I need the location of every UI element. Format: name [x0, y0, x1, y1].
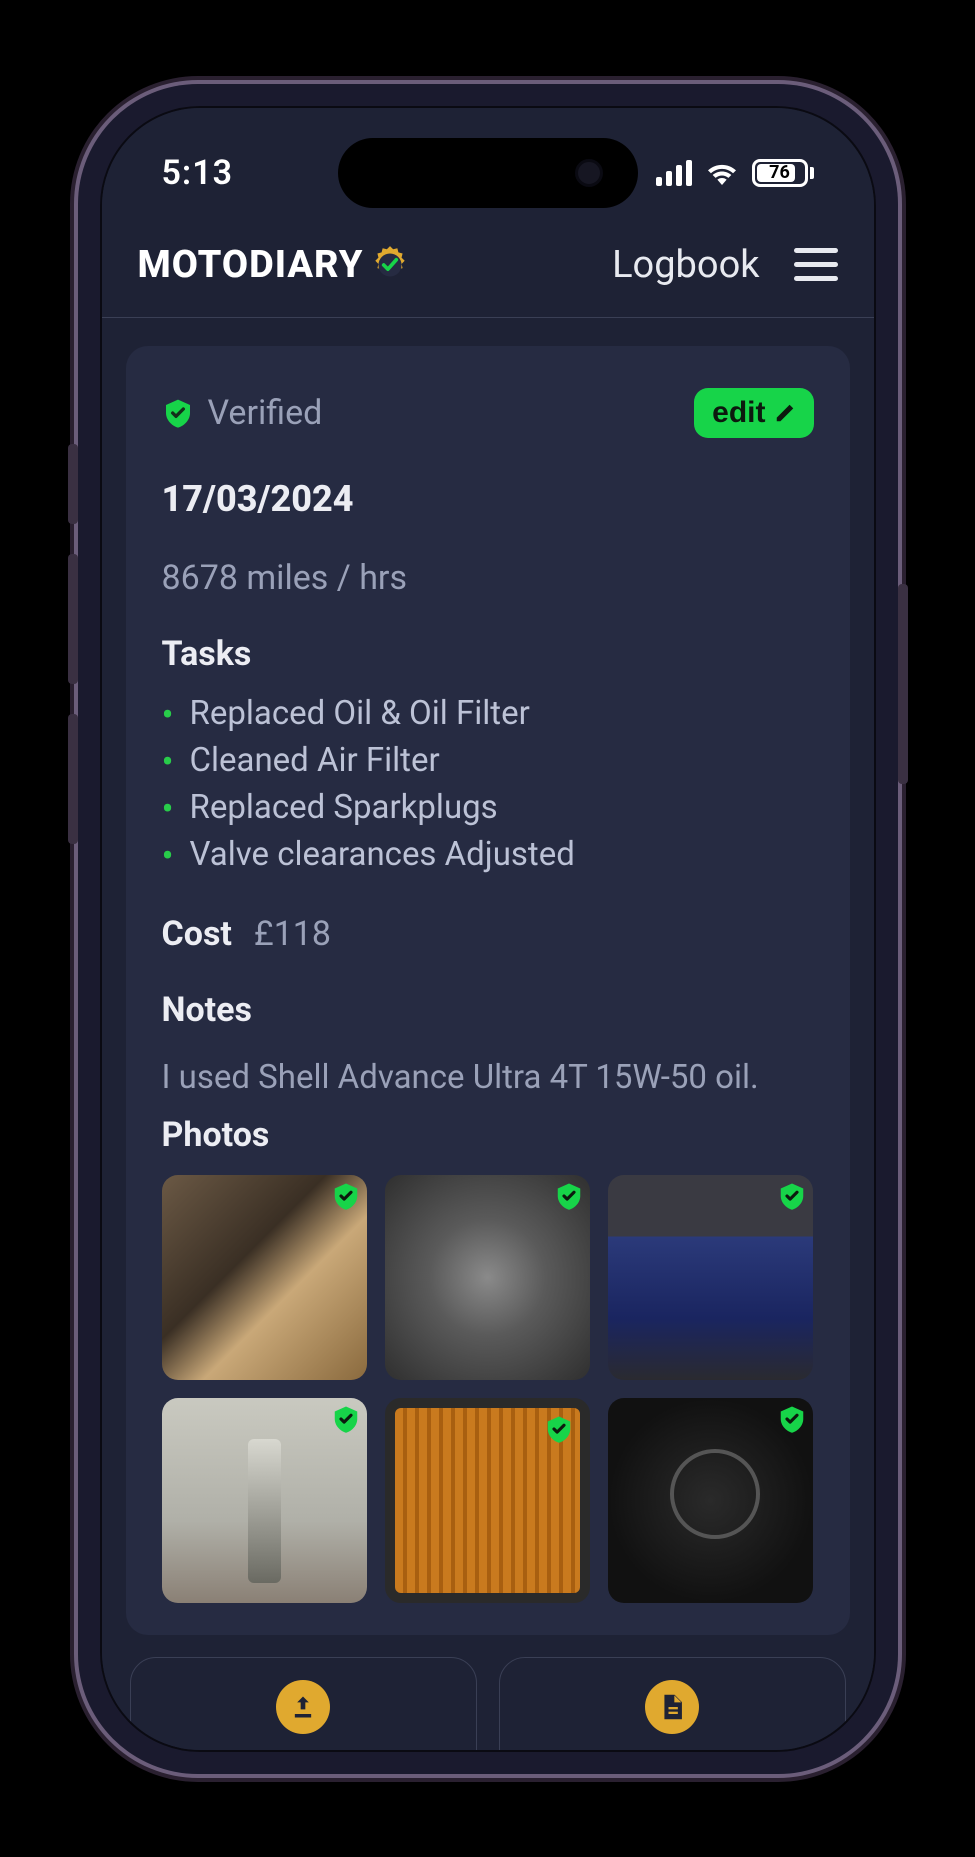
- shield-check-icon: [544, 1414, 574, 1444]
- edit-button-label: edit: [712, 396, 765, 430]
- entry-mileage: 8678 miles / hrs: [162, 558, 814, 598]
- photo-thumbnail[interactable]: [162, 1398, 367, 1603]
- document-icon: [645, 1680, 699, 1734]
- phone-frame: 5:13 76: [78, 84, 898, 1774]
- pencil-icon: [774, 402, 796, 424]
- export-pdf-label: Export History to a PDF file: [518, 1748, 827, 1749]
- brand-name: MOTODIARY: [138, 243, 364, 287]
- photo-grid: [162, 1175, 814, 1604]
- app-header: MOTODIARY Logbook: [102, 243, 874, 318]
- front-camera: [575, 159, 603, 187]
- export-pdf-button[interactable]: Export History to a PDF file: [499, 1657, 846, 1749]
- cellular-signal-icon: [656, 160, 692, 186]
- phone-volume-up: [68, 554, 78, 684]
- shield-check-icon: [331, 1181, 361, 1211]
- upload-icon: [276, 1680, 330, 1734]
- transfer-history-label: Transfer History to a new owner: [149, 1748, 458, 1749]
- tasks-heading: Tasks: [162, 634, 814, 674]
- app-screen: 5:13 76: [102, 108, 874, 1750]
- photo-thumbnail[interactable]: [385, 1398, 590, 1603]
- verified-badge: Verified: [162, 393, 323, 433]
- verified-label: Verified: [208, 393, 323, 433]
- photo-thumbnail[interactable]: [608, 1398, 813, 1603]
- photo-thumbnail[interactable]: [385, 1175, 590, 1380]
- phone-power-button: [898, 584, 908, 784]
- gear-check-icon: [369, 244, 411, 286]
- shield-check-icon: [777, 1404, 807, 1434]
- shield-check-icon: [331, 1404, 361, 1434]
- dynamic-island: [338, 138, 638, 208]
- phone-side-button: [68, 444, 78, 524]
- entry-date: 17/03/2024: [162, 478, 814, 520]
- app-brand[interactable]: MOTODIARY: [138, 243, 412, 287]
- shield-check-icon: [554, 1181, 584, 1211]
- edit-button[interactable]: edit: [694, 388, 813, 438]
- task-item: Cleaned Air Filter: [190, 737, 814, 784]
- photos-heading: Photos: [162, 1115, 814, 1155]
- photo-thumbnail[interactable]: [608, 1175, 813, 1380]
- shield-check-icon: [162, 397, 194, 429]
- battery-percentage: 76: [769, 162, 790, 183]
- task-item: Valve clearances Adjusted: [190, 831, 814, 878]
- battery-indicator: 76: [752, 159, 814, 187]
- header-section-label[interactable]: Logbook: [612, 243, 759, 287]
- wifi-icon: [706, 161, 738, 185]
- notes-body: I used Shell Advance Ultra 4T 15W-50 oil…: [162, 1058, 814, 1097]
- task-item: Replaced Sparkplugs: [190, 784, 814, 831]
- log-entry-card: Verified edit 17/03/2024 8678 miles / hr…: [126, 346, 850, 1636]
- transfer-history-button[interactable]: Transfer History to a new owner: [130, 1657, 477, 1749]
- shield-check-icon: [777, 1181, 807, 1211]
- tasks-list: Replaced Oil & Oil Filter Cleaned Air Fi…: [162, 690, 814, 878]
- notes-heading: Notes: [162, 990, 814, 1030]
- photo-thumbnail[interactable]: [162, 1175, 367, 1380]
- cost-value: £118: [254, 914, 331, 954]
- phone-volume-down: [68, 714, 78, 844]
- task-item: Replaced Oil & Oil Filter: [190, 690, 814, 737]
- menu-button[interactable]: [794, 248, 838, 281]
- status-time: 5:13: [162, 153, 234, 193]
- cost-label: Cost: [162, 914, 232, 954]
